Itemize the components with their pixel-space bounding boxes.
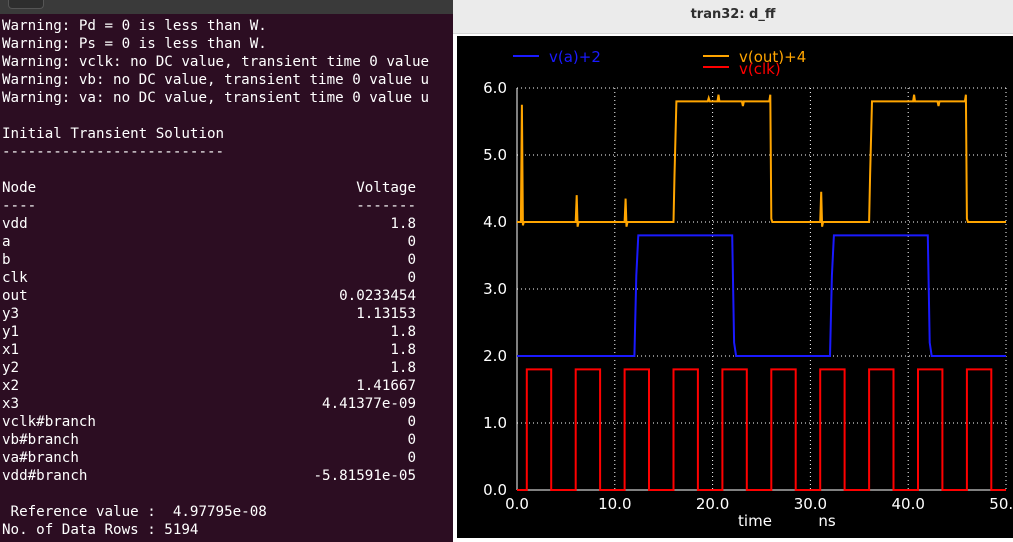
warning-line: Warning: vclk: no DC value, transient ti… (2, 54, 430, 70)
x-tick-label: 20.0 (696, 495, 729, 513)
x-axis-label: time (738, 512, 772, 530)
y-tick-label: 6.0 (483, 79, 507, 97)
x-axis-unit: ns (818, 512, 836, 530)
node-name: y2 (2, 360, 20, 376)
node-name: clk (2, 270, 28, 286)
node-voltage: 1.8 (390, 342, 416, 358)
section-rule: -------------------------- (2, 144, 225, 160)
node-name: va#branch (2, 450, 79, 466)
window-title-bar[interactable]: tran32: d_ff (453, 0, 1013, 34)
warning-line: Warning: va: no DC value, transient time… (2, 90, 430, 106)
reference-value-line: Reference value : 4.97795e-08 (2, 504, 267, 520)
node-voltage: 0 (407, 450, 416, 466)
section-title: Initial Transient Solution (2, 126, 225, 142)
x-tick-label: 10.0 (598, 495, 631, 513)
node-name: y1 (2, 324, 20, 340)
series-line-1 (517, 94, 1006, 227)
node-voltage: 0.0233454 (339, 288, 416, 304)
node-voltage: 0 (407, 270, 416, 286)
terminal-tab[interactable] (8, 0, 44, 9)
series-line-0 (517, 234, 1006, 357)
node-voltage: -5.81591e-05 (313, 468, 417, 484)
node-name: x2 (2, 378, 20, 394)
node-name: y3 (2, 306, 20, 322)
terminal-window[interactable]: Warning: Pd = 0 is less than W. Warning:… (0, 0, 453, 542)
node-name: vdd (2, 216, 28, 232)
legend-label: v(a)+2 (549, 48, 601, 66)
plot-canvas[interactable]: 0.0 1.0 2.0 3.0 4.0 5.0 6.0 0.0 10.0 20.0 30.0 40.0… (457, 36, 1013, 538)
y-tick-label: 0.0 (483, 481, 507, 499)
node-name: vclk#branch (2, 414, 96, 430)
node-name: x3 (2, 396, 20, 412)
node-name: x1 (2, 342, 20, 358)
node-name: a (2, 234, 11, 250)
window-title: tran32: d_ff (690, 7, 776, 22)
x-tick-label: 50.0 (989, 495, 1013, 513)
node-voltage: 0 (407, 432, 416, 448)
node-voltage: 0 (407, 234, 416, 250)
warning-line: Warning: Ps = 0 is less than W. (2, 36, 267, 52)
series-line-2 (517, 368, 1006, 491)
x-tick-label: 30.0 (794, 495, 827, 513)
warning-line: Warning: Pd = 0 is less than W. (2, 18, 267, 34)
node-voltage: 0 (407, 414, 416, 430)
node-voltage: 4.41377e-09 (322, 396, 416, 412)
y-tick-label: 4.0 (483, 213, 507, 231)
column-rule-node: ---- (2, 198, 37, 214)
node-voltage: 1.13153 (356, 306, 416, 322)
node-voltage: 1.8 (390, 360, 416, 376)
terminal-top-bar (0, 0, 453, 14)
y-tick-label: 3.0 (483, 280, 507, 298)
y-tick-label: 5.0 (483, 146, 507, 164)
node-voltage: 1.41667 (356, 378, 416, 394)
x-tick-label: 40.0 (891, 495, 924, 513)
legend-label: v(clk) (739, 60, 781, 78)
node-voltage: 0 (407, 252, 416, 268)
column-header-node: Node (2, 180, 37, 196)
column-header-voltage: Voltage (356, 180, 416, 196)
column-rule-voltage: ------- (356, 198, 416, 214)
waveform-chart[interactable]: 0.0 1.0 2.0 3.0 4.0 5.0 6.0 0.0 10.0 20.0 30.0 40.0… (457, 36, 1013, 538)
node-name: vb#branch (2, 432, 79, 448)
node-voltage: 1.8 (390, 324, 416, 340)
x-tick-label: 0.0 (505, 495, 529, 513)
y-tick-label: 1.0 (483, 414, 507, 432)
node-voltage: 1.8 (390, 216, 416, 232)
node-name: b (2, 252, 11, 268)
data-rows-line: No. of Data Rows : 5194 (2, 522, 199, 538)
node-name: vdd#branch (2, 468, 88, 484)
y-tick-label: 2.0 (483, 347, 507, 365)
warning-line: Warning: vb: no DC value, transient time… (2, 72, 430, 88)
node-name: out (2, 288, 28, 304)
plot-window[interactable]: tran32: d_ff 0.0 1.0 2.0 3.0 4.0 5.0 6.0 0.0 10.… (453, 0, 1013, 542)
